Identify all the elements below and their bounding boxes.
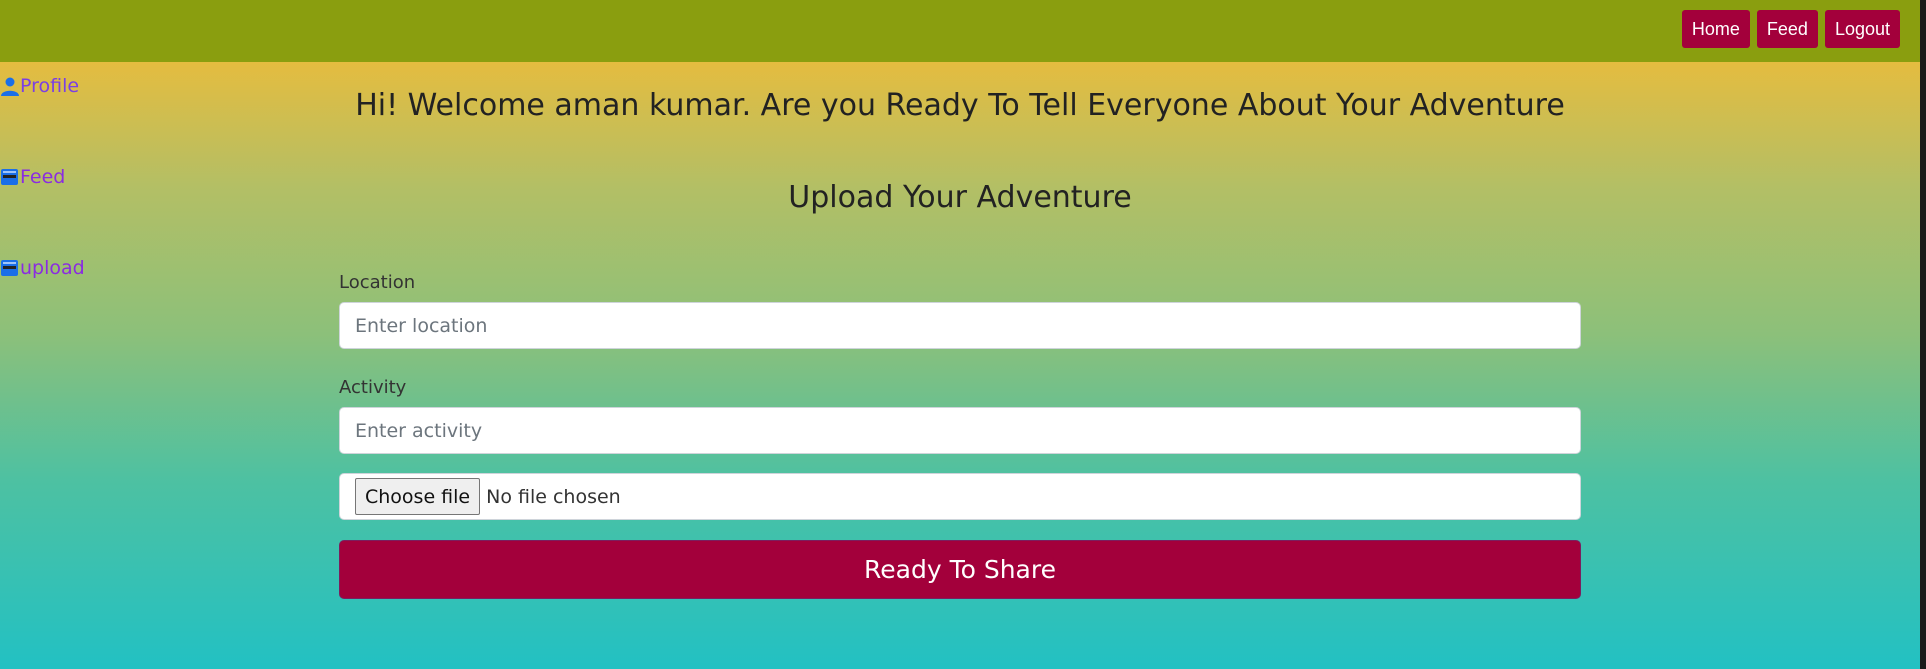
location-label: Location: [339, 272, 416, 293]
upload-form: Location Activity Choose file No file ch…: [339, 272, 1581, 599]
ready-to-share-button[interactable]: Ready To Share: [339, 540, 1581, 599]
page-title: Upload Your Adventure: [788, 180, 1132, 215]
upload-icon: [0, 258, 20, 278]
nav-buttons: Home Feed Logout: [1681, 10, 1900, 48]
sidebar-item-upload[interactable]: upload: [0, 254, 85, 282]
feed-button[interactable]: Feed: [1756, 10, 1818, 48]
logout-button[interactable]: Logout: [1824, 10, 1900, 48]
file-input[interactable]: Choose file No file chosen: [339, 473, 1581, 520]
activity-input[interactable]: [339, 407, 1581, 454]
home-button[interactable]: Home: [1681, 10, 1750, 48]
location-input[interactable]: [339, 302, 1581, 349]
choose-file-button[interactable]: Choose file: [355, 478, 481, 515]
page-background: Home Feed Logout Profile Feed upload Hi!…: [0, 0, 1920, 669]
welcome-heading: Hi! Welcome aman kumar. Are you Ready To…: [355, 88, 1565, 123]
top-navbar: Home Feed Logout: [0, 0, 1920, 62]
sidebar-item-label: upload: [20, 257, 85, 279]
activity-label: Activity: [339, 377, 407, 398]
file-status: No file chosen: [486, 485, 621, 508]
